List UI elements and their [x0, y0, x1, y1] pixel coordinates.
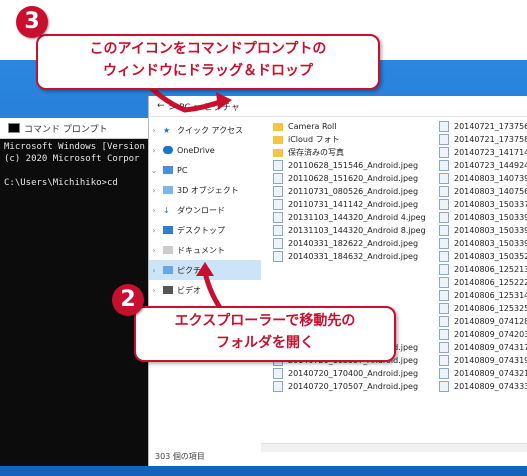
callout-step-3: このアイコンをコマンドプロンプトの ウィンドウにドラッグ＆ドロップ	[36, 34, 380, 90]
step-3-badge: 3	[16, 6, 48, 38]
callout-step-2: エクスプローラーで移動先の フォルダを開く	[134, 306, 396, 362]
arrow-2-head	[196, 262, 214, 276]
step-2-badge: 2	[112, 284, 144, 316]
arrow-3-head	[216, 92, 232, 110]
